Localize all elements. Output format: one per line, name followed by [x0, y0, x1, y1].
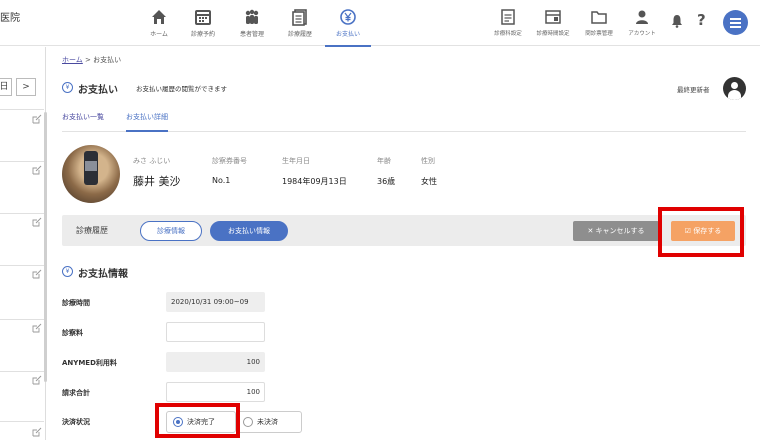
card-number-label: 診察券番号	[212, 157, 247, 165]
age-value: 36歳	[377, 177, 396, 186]
edit-icon[interactable]	[32, 427, 42, 437]
radio-dot	[243, 417, 253, 427]
section-title: お支払情報	[78, 269, 128, 280]
users-icon	[245, 9, 259, 24]
usage-fee-field: 100	[166, 352, 265, 372]
home-icon	[152, 10, 166, 24]
help-icon[interactable]: ?	[697, 11, 706, 29]
payment-info-button[interactable]: お支払い情報	[210, 221, 288, 241]
bell-icon[interactable]	[671, 14, 683, 28]
nav-account-label: アカウント	[628, 31, 656, 37]
nav-reservation[interactable]: 診療予約	[178, 8, 228, 44]
dob-value: 1984年09月13日	[282, 177, 347, 186]
field-label-fee: 診察料	[62, 329, 83, 337]
consultation-fee-input[interactable]	[166, 322, 265, 342]
save-button-highlight	[658, 207, 744, 257]
account-icon	[636, 10, 648, 24]
breadcrumb-home-link[interactable]: ホーム	[62, 56, 83, 64]
page-description: お支払い履歴の閲覧ができます	[136, 85, 227, 93]
hamburger-menu-button[interactable]	[723, 10, 748, 35]
pager-next-button[interactable]: >	[16, 78, 36, 96]
list-scrollbar[interactable]	[44, 112, 47, 382]
page-title: お支払い	[78, 85, 118, 96]
action-bar: 診療履歴 診療情報 お支払い情報 ✕ キャンセルする ☑ 保存する	[62, 215, 746, 246]
nav-payment-label: お支払い	[335, 31, 360, 38]
folder-icon	[591, 11, 607, 24]
patient-name: 藤井 美沙	[133, 175, 181, 188]
medical-info-button[interactable]: 診療情報	[140, 221, 202, 241]
status-radio-highlight	[155, 403, 240, 438]
nav-patients[interactable]: 患者管理	[227, 8, 277, 44]
treatment-time-field: 2020/10/31 09:00~09	[166, 292, 265, 312]
field-label-time: 診療時間	[62, 299, 90, 307]
nav-dept-settings[interactable]: 診療科設定	[483, 8, 533, 44]
payment-tabs: お支払い一覧 お支払い詳細	[62, 104, 746, 132]
nav-reservation-label: 診療予約	[190, 31, 215, 38]
nav-account[interactable]: アカウント	[617, 8, 667, 44]
patient-kana-name: みさ ふじい	[133, 157, 171, 165]
nav-hours-settings-label: 診療時間設定	[536, 31, 570, 37]
calendar-icon	[195, 10, 211, 25]
nav-payment[interactable]: お支払い	[323, 8, 373, 47]
patient-photo	[62, 145, 120, 203]
edit-icon[interactable]	[32, 165, 42, 175]
list-divider	[0, 109, 44, 110]
tab-payment-detail[interactable]: お支払い詳細	[126, 112, 168, 132]
list-divider	[0, 213, 44, 214]
left-patient-list: 日 >	[0, 47, 47, 440]
pager-current[interactable]: 日	[0, 78, 12, 96]
status-unpaid-label: 未決済	[257, 418, 278, 426]
avatar-head	[731, 82, 738, 89]
breadcrumb: ホーム > お支払い	[62, 55, 121, 65]
updater-avatar	[723, 77, 746, 100]
nav-history-label: 診療履歴	[287, 31, 312, 38]
gender-label: 性別	[421, 157, 435, 165]
breadcrumb-separator: >	[85, 56, 91, 64]
nav-dept-settings-label: 診療科設定	[494, 31, 522, 37]
nav-hours-settings[interactable]: 診療時間設定	[528, 8, 578, 44]
total-amount-input[interactable]: 100	[166, 382, 265, 402]
dob-label: 生年月日	[282, 157, 310, 165]
list-divider	[0, 371, 44, 372]
cancel-button[interactable]: ✕ キャンセルする	[573, 221, 659, 241]
tab-payment-list[interactable]: お支払い一覧	[62, 112, 104, 122]
nav-home[interactable]: ホーム	[134, 8, 184, 44]
top-navigation: 医院 ホーム 診療予約 患者管理 診療履歴 お支払い 診療科設定 診療時間設定 …	[0, 0, 760, 47]
menu-line	[730, 26, 741, 28]
list-divider	[0, 421, 44, 422]
menu-line	[730, 18, 741, 20]
list-divider	[0, 161, 44, 162]
last-updated-by-label: 最終更新者	[677, 86, 710, 94]
yen-icon	[340, 9, 356, 25]
yen-icon: ¥	[62, 82, 73, 93]
field-label-total: 請求合計	[62, 389, 90, 397]
nav-history[interactable]: 診療履歴	[275, 8, 325, 44]
list-divider	[0, 265, 44, 266]
edit-icon[interactable]	[32, 114, 42, 124]
clinic-name: 医院	[0, 13, 20, 24]
field-label-status: 決済状況	[62, 418, 90, 426]
settings-doc-icon	[501, 9, 515, 25]
status-unpaid-radio[interactable]: 未決済	[236, 411, 302, 433]
nav-patients-label: 患者管理	[239, 31, 264, 38]
yen-icon: ¥	[62, 266, 73, 277]
edit-icon[interactable]	[32, 269, 42, 279]
photo-bottle-label	[85, 161, 97, 171]
avatar-body	[728, 90, 741, 100]
gender-value: 女性	[421, 177, 437, 186]
menu-line	[730, 22, 741, 24]
schedule-icon	[545, 10, 561, 24]
nav-home-label: ホーム	[150, 31, 168, 38]
action-bar-label: 診療履歴	[76, 226, 108, 235]
card-number-value: No.1	[212, 176, 231, 185]
edit-icon[interactable]	[32, 323, 42, 333]
field-label-usage-fee: ANYMED利用料	[62, 359, 117, 367]
edit-icon[interactable]	[32, 375, 42, 385]
age-label: 年齢	[377, 157, 391, 165]
list-divider	[0, 319, 44, 320]
breadcrumb-current: お支払い	[93, 56, 122, 64]
edit-icon[interactable]	[32, 217, 42, 227]
document-icon	[292, 9, 307, 26]
